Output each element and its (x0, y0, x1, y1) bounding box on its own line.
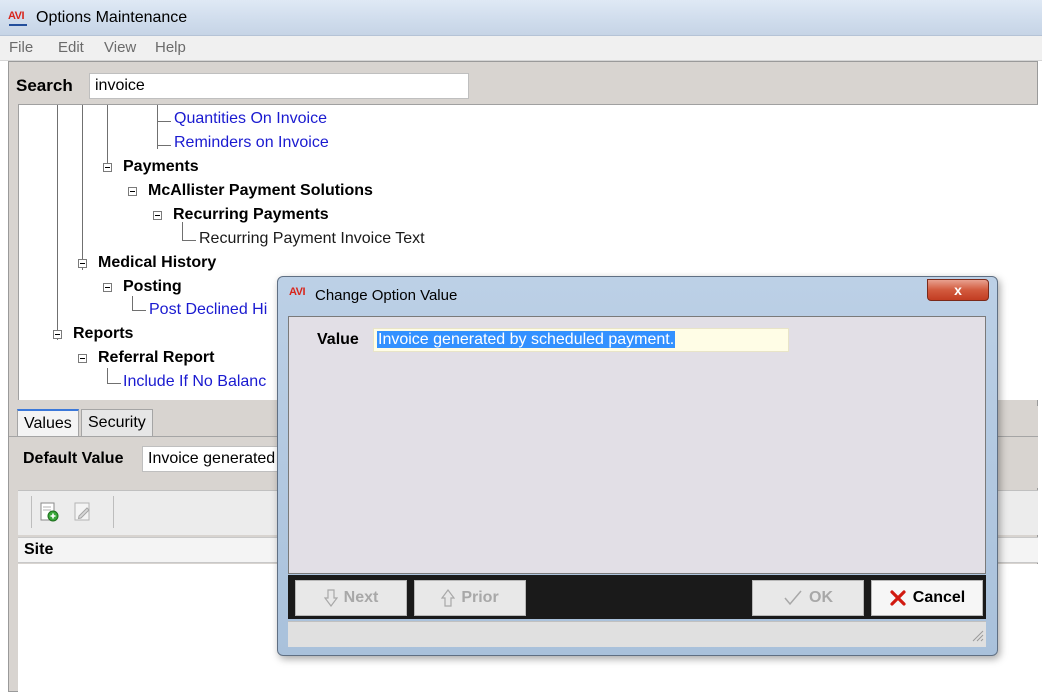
ok-button-label: OK (809, 589, 833, 606)
tree-item-medical-history[interactable]: Medical History (98, 254, 216, 272)
collapse-icon[interactable] (153, 211, 162, 220)
toolbar-separator (113, 496, 114, 528)
arrow-down-icon (323, 589, 338, 607)
prior-button[interactable]: Prior (414, 580, 526, 616)
dialog-body (288, 316, 986, 574)
tree-item-payments[interactable]: Payments (123, 158, 199, 176)
collapse-icon[interactable] (128, 187, 137, 196)
title-bar: AVI Options Maintenance (0, 0, 1042, 36)
arrow-up-icon (441, 589, 456, 607)
tree-item-referral-report[interactable]: Referral Report (98, 349, 214, 367)
tree-item-quantities-on-invoice[interactable]: Quantities On Invoice (174, 110, 327, 128)
tree-item-recurring-payments[interactable]: Recurring Payments (173, 206, 329, 224)
tree-item-include-if-no-balance[interactable]: Include If No Balanc (123, 373, 266, 391)
column-header-site[interactable]: Site (24, 541, 53, 559)
collapse-icon[interactable] (78, 354, 87, 363)
tree-guide-line (157, 105, 158, 149)
next-button-label: Next (343, 589, 379, 606)
tree-item-post-declined[interactable]: Post Declined Hi (149, 301, 267, 319)
collapse-icon[interactable] (103, 163, 112, 172)
tree-item-reminders-on-invoice[interactable]: Reminders on Invoice (174, 134, 329, 152)
menu-view[interactable]: View (104, 39, 136, 56)
menu-edit[interactable]: Edit (58, 39, 84, 56)
add-record-icon[interactable] (38, 501, 60, 523)
tree-guide-line (107, 368, 108, 383)
cancel-button[interactable]: Cancel (871, 580, 983, 616)
menu-bar: File Edit View Help (0, 36, 1042, 61)
tree-item-posting[interactable]: Posting (123, 278, 182, 296)
menu-file[interactable]: File (9, 39, 33, 56)
close-icon: x (954, 282, 962, 298)
edit-record-icon[interactable] (72, 501, 94, 523)
window-title: Options Maintenance (36, 9, 188, 26)
avi-logo-icon: AVI (289, 286, 306, 298)
menu-help[interactable]: Help (155, 39, 186, 56)
close-button[interactable]: x (927, 279, 989, 301)
search-input[interactable]: invoice (89, 73, 469, 99)
tree-item-recurring-payment-invoice-text[interactable]: Recurring Payment Invoice Text (199, 230, 425, 248)
tree-guide-line (132, 296, 133, 310)
next-button[interactable]: Next (295, 580, 407, 616)
dialog-status-bar (288, 621, 986, 647)
tree-guide-line (132, 310, 146, 311)
collapse-icon[interactable] (53, 330, 62, 339)
tree-item-reports[interactable]: Reports (73, 325, 133, 343)
tab-values[interactable]: Values (17, 409, 79, 437)
tree-guide-line (57, 105, 58, 340)
value-input[interactable]: Invoice generated by scheduled payment. (373, 328, 789, 352)
value-input-text: Invoice generated by scheduled payment. (377, 331, 676, 348)
resize-grip-icon[interactable] (970, 628, 984, 642)
search-label: Search (16, 76, 73, 95)
collapse-icon[interactable] (103, 283, 112, 292)
tree-guide-line (182, 240, 196, 241)
cancel-x-icon (890, 590, 906, 606)
tree-guide-line (157, 121, 171, 122)
tab-security[interactable]: Security (81, 409, 153, 437)
tree-guide-line (82, 105, 83, 270)
collapse-icon[interactable] (78, 259, 87, 268)
prior-button-label: Prior (461, 589, 499, 606)
cancel-button-label: Cancel (912, 589, 966, 606)
tree-item-mcallister-payment-solutions[interactable]: McAllister Payment Solutions (148, 182, 373, 200)
avi-logo-icon: AVI (8, 9, 28, 26)
default-value-label: Default Value (23, 450, 124, 467)
checkmark-icon (784, 590, 802, 606)
tree-guide-line (182, 222, 183, 240)
dialog-title: Change Option Value (315, 287, 458, 304)
toolbar-separator (31, 496, 32, 528)
value-label: Value (317, 331, 359, 348)
ok-button[interactable]: OK (752, 580, 864, 616)
tree-guide-line (107, 383, 121, 384)
tree-guide-line (157, 145, 171, 146)
tree-guide-line (107, 105, 108, 165)
